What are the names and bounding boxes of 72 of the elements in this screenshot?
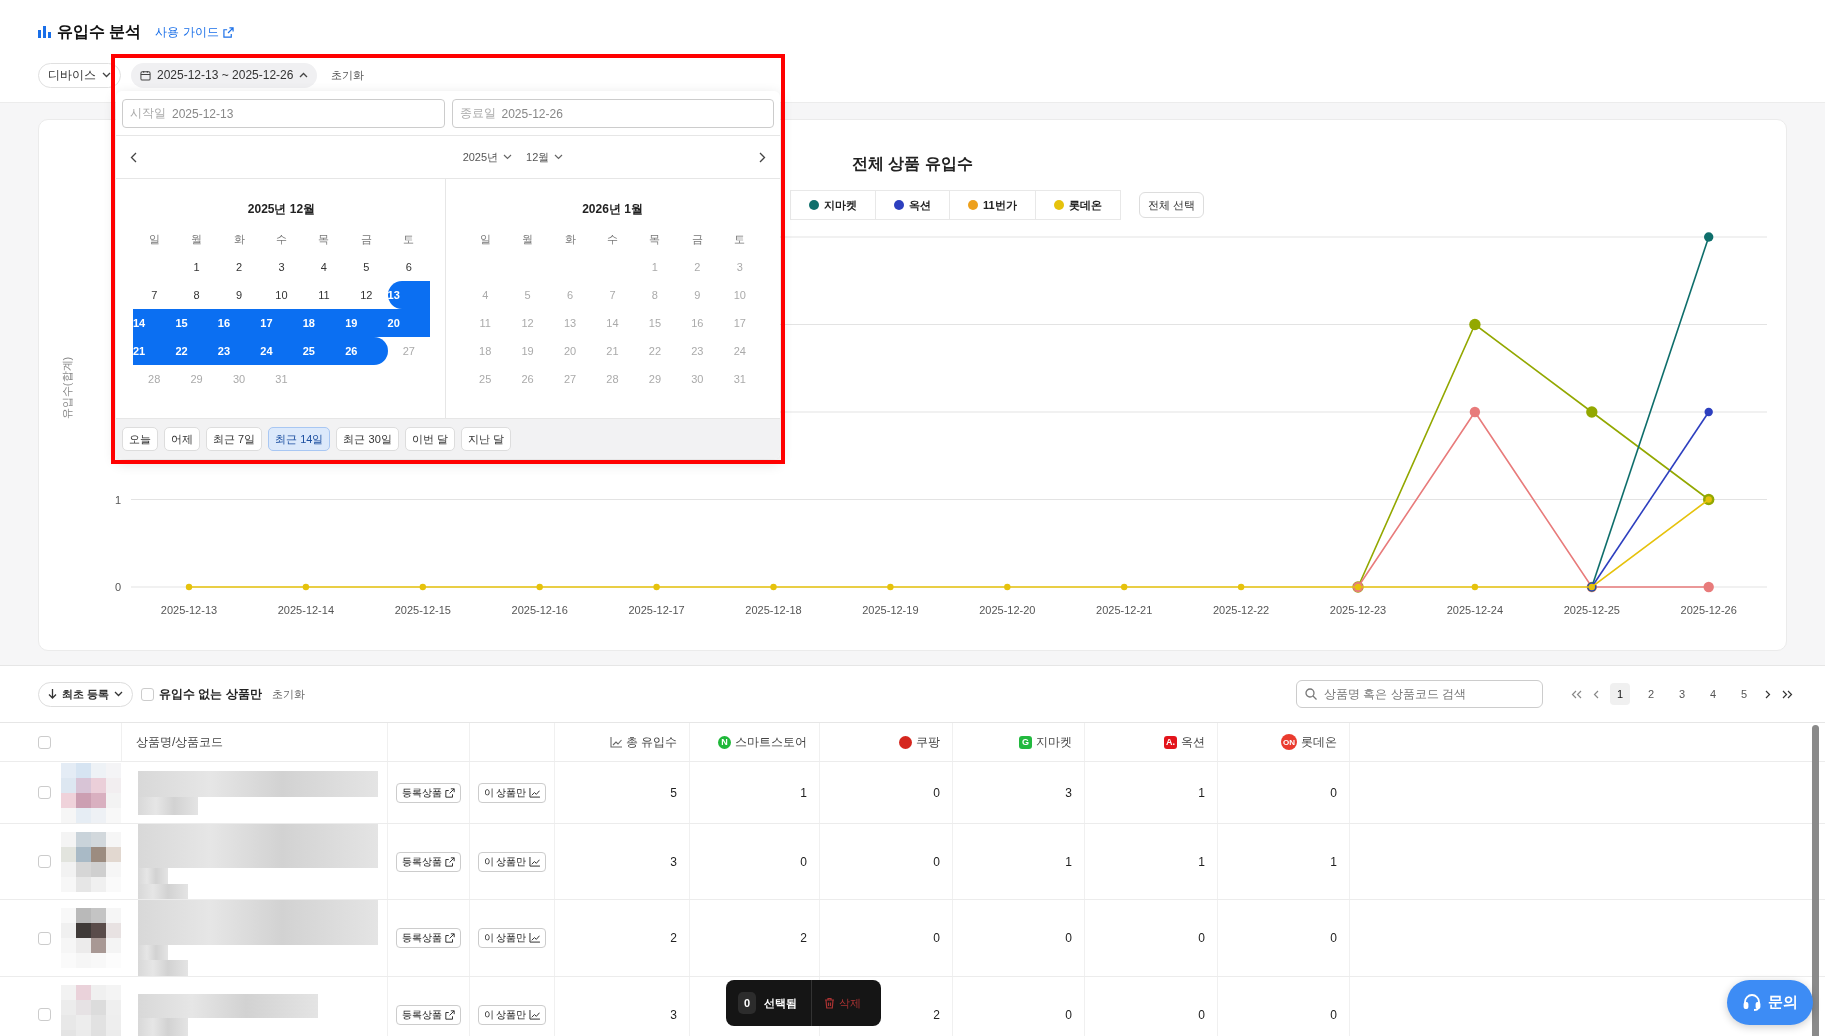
weekday-label: 목 (317, 231, 331, 247)
x-tick-label: 2025-12-23 (1329, 604, 1387, 616)
market-logo: ON (1281, 734, 1297, 750)
table-cell: 1 (1065, 854, 1072, 869)
x-tick-label: 2025-12-22 (1212, 604, 1270, 616)
weekday-label: 일 (478, 231, 492, 247)
table-cell: 1 (800, 785, 807, 800)
table-cell: 3 (670, 854, 677, 869)
table-cell: 0 (1065, 931, 1072, 945)
table-cell: 0 (800, 854, 807, 869)
x-tick-label: 2025-12-19 (862, 604, 919, 616)
weekday-label: 월 (521, 231, 535, 247)
y-axis-title: 유입수(합계) (61, 356, 73, 420)
table-cell: 3 (670, 1007, 677, 1022)
column-header: 롯데온 (1301, 733, 1337, 751)
weekday-label: 금 (690, 231, 704, 247)
x-tick-label: 2025-12-21 (1096, 604, 1153, 616)
table-cell: 1 (1198, 785, 1205, 800)
weekday-label: 화 (563, 231, 577, 247)
weekday-label: 토 (402, 231, 416, 247)
column-header: 상품명/상품코드 (136, 733, 224, 751)
table-cell: 0 (1330, 931, 1337, 945)
page-title: 유입수 분석 (57, 21, 142, 42)
y-tick-label: 0 (114, 581, 121, 593)
column-header: 쿠팡 (916, 733, 940, 751)
weekday-label: 화 (232, 231, 246, 247)
weekday-label: 목 (648, 231, 662, 247)
x-tick-label: 2025-12-13 (160, 604, 218, 616)
table-cell: 0 (933, 785, 940, 800)
market-logo: N (718, 735, 731, 749)
x-tick-label: 2025-12-16 (511, 604, 568, 616)
table-cell: 3 (1065, 785, 1072, 800)
weekday-label: 토 (733, 231, 747, 247)
weekday-label: 일 (147, 231, 161, 247)
table-cell: 0 (1065, 1007, 1072, 1022)
x-tick-label: 2025-12-25 (1563, 604, 1620, 616)
weekday-label: 수 (275, 231, 288, 247)
table-cell: 2 (800, 931, 807, 945)
x-tick-label: 2025-12-20 (979, 604, 1036, 616)
x-tick-label: 2025-12-26 (1680, 604, 1737, 616)
month-title: 2025년 12월 (246, 201, 317, 218)
x-tick-label: 2025-12-15 (394, 604, 451, 616)
table-cell: 0 (1330, 785, 1337, 800)
weekday-label: 수 (606, 231, 619, 247)
column-header: 옥션 (1181, 733, 1205, 751)
market-logo: A. (1164, 735, 1177, 749)
table-cell: 1 (1330, 854, 1337, 869)
table-cell: 5 (670, 785, 677, 800)
weekday-label: 월 (190, 231, 204, 247)
table-cell: 2 (670, 931, 677, 945)
table-cell: 0 (933, 931, 940, 945)
x-tick-label: 2025-12-14 (277, 604, 335, 616)
column-header: 총 유입수 (625, 733, 677, 751)
month-title: 2026년 1월 (581, 201, 644, 218)
table-cell: 2 (933, 1007, 940, 1022)
weekday-label: 금 (359, 231, 373, 247)
checkbox-label: 유입수 없는 상품만 (159, 685, 262, 703)
chart-title: 전체 상품 유입수 (852, 154, 973, 174)
x-tick-label: 2025-12-17 (628, 604, 685, 616)
table-cell: 0 (1330, 1007, 1337, 1022)
table-cell: 1 (1198, 854, 1205, 869)
table-cell: 0 (933, 854, 940, 869)
x-tick-label: 2025-12-18 (745, 604, 802, 616)
column-header: 스마트스토어 (735, 733, 807, 751)
y-tick-label: 1 (114, 493, 121, 506)
x-tick-label: 2025-12-24 (1446, 604, 1504, 616)
table-cell: 0 (1198, 1007, 1205, 1022)
selected-label: 선택됨 (764, 995, 797, 1011)
column-header: 지마켓 (1036, 733, 1072, 751)
market-logo: G (1019, 735, 1032, 749)
table-cell: 0 (1198, 931, 1205, 945)
selected-count: 0 (738, 992, 756, 1014)
